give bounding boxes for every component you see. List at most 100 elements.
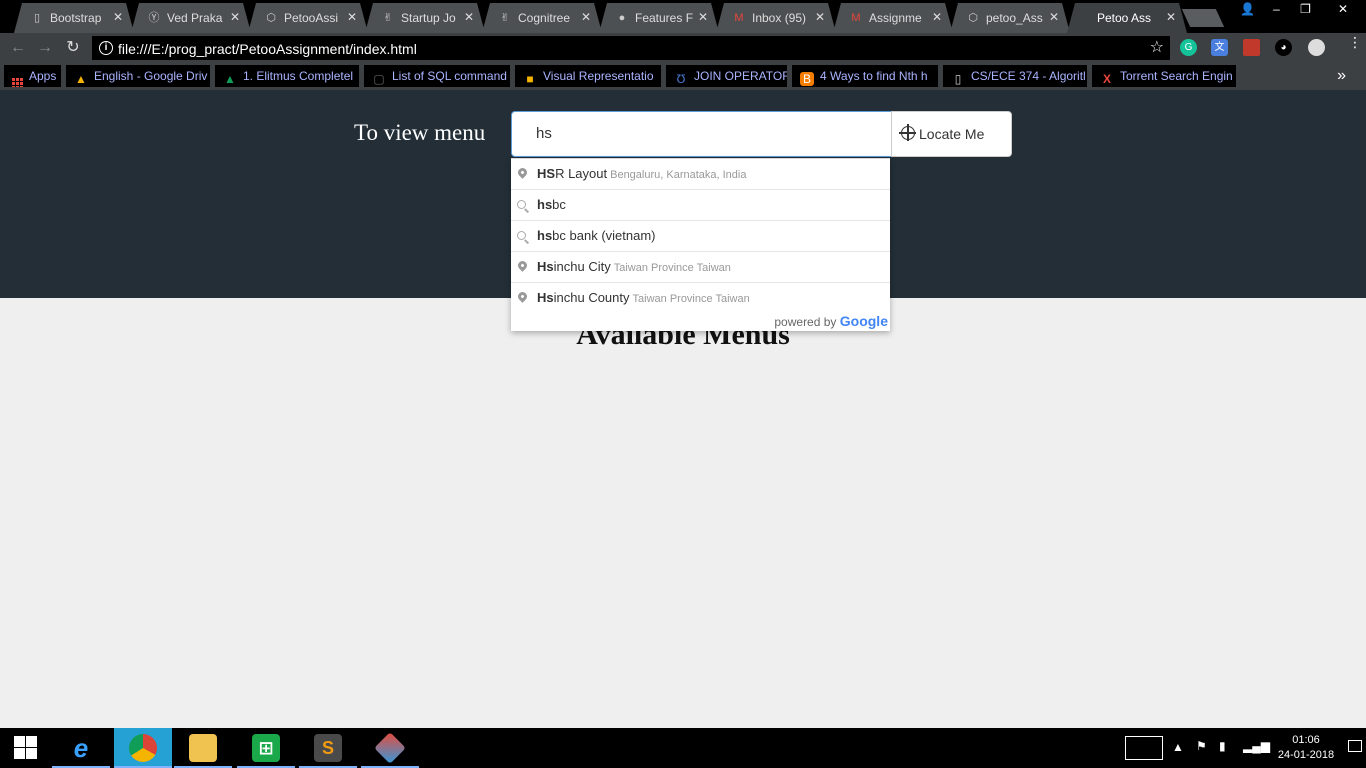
bookmark-label: Apps: [29, 69, 57, 83]
chevron-up-icon[interactable]: ▲: [1172, 740, 1184, 768]
back-button[interactable]: ←: [8, 38, 28, 58]
keyboard-icon[interactable]: [1125, 736, 1163, 760]
locate-me-button[interactable]: Locate Me: [891, 111, 1012, 157]
suggestion-secondary: Bengaluru, Karnataka, India: [610, 169, 747, 181]
suggestion-rest: inchu City: [553, 259, 611, 274]
suggestion-item[interactable]: hsbc bank (vietnam): [511, 221, 890, 252]
map-pin-icon: [516, 290, 529, 303]
suggestion-match: hs: [537, 228, 553, 243]
tab-title: Features F: [635, 11, 694, 25]
battery-icon[interactable]: ▮: [1219, 739, 1226, 768]
address-bar[interactable]: i file:///E:/prog_pract/PetooAssignment/…: [92, 36, 1170, 60]
page-icon: [1083, 11, 1097, 25]
bookmark-apps[interactable]: Apps: [4, 65, 61, 87]
bookmark-nth-highest[interactable]: B 4 Ways to find Nth h: [792, 65, 938, 87]
gmail-icon: M: [851, 12, 861, 24]
profile-icon[interactable]: [1308, 39, 1325, 56]
taskbar-chrome[interactable]: [114, 728, 172, 768]
bookmark-label: List of SQL command: [392, 69, 507, 83]
tab-features[interactable]: ● Features F ✕: [599, 3, 719, 33]
close-icon[interactable]: ✕: [1049, 10, 1059, 24]
tab-ved-prakash[interactable]: Ⓨ Ved Praka ✕: [131, 3, 251, 33]
system-clock[interactable]: 01:06 24-01-2018: [1276, 733, 1336, 763]
map-pin-icon: [516, 259, 529, 272]
close-icon[interactable]: ✕: [464, 10, 474, 24]
start-button[interactable]: [0, 728, 50, 768]
bookmark-ext-icon[interactable]: [1243, 39, 1260, 56]
tab-petoo-ass[interactable]: ⬡ petoo_Ass ✕: [950, 3, 1070, 33]
panda-icon[interactable]: ◕: [1275, 39, 1292, 56]
page-icon: ▯: [33, 12, 41, 24]
location-search-input[interactable]: hs: [511, 111, 892, 157]
bookmark-label: 1. Elitmus Completel: [243, 69, 354, 83]
taskbar-explorer[interactable]: [174, 728, 232, 768]
tab-cognitree[interactable]: ✌ Cognitree ✕: [482, 3, 602, 33]
forward-button[interactable]: →: [35, 38, 55, 58]
bookmark-torrent[interactable]: X Torrent Search Engin: [1092, 65, 1236, 87]
clock-date: 24-01-2018: [1277, 749, 1335, 761]
taskbar-ie[interactable]: e: [52, 728, 110, 768]
map-pin-icon: [516, 166, 529, 179]
close-icon[interactable]: ✕: [815, 10, 825, 24]
suggestion-item[interactable]: Hsinchu County Taiwan Province Taiwan: [511, 283, 890, 314]
chrome-icon: [129, 734, 157, 762]
bookmark-elitmus[interactable]: ▲ 1. Elitmus Completel: [215, 65, 359, 87]
tab-title: PetooAssi: [284, 11, 339, 25]
minimize-button[interactable]: –: [1262, 0, 1291, 20]
info-icon[interactable]: i: [99, 41, 113, 55]
bookmark-join-operator[interactable]: Ʊ JOIN OPERATOR: [666, 65, 787, 87]
reload-button[interactable]: ↻: [63, 38, 83, 58]
suggestion-item[interactable]: Hsinchu City Taiwan Province Taiwan: [511, 252, 890, 283]
bookmark-visual[interactable]: ■ Visual Representatio: [515, 65, 661, 87]
translate-icon[interactable]: 文: [1211, 39, 1228, 56]
taskbar-sublime[interactable]: S: [299, 728, 357, 768]
close-icon[interactable]: ✕: [932, 10, 942, 24]
tab-petooassi[interactable]: ⬡ PetooAssi ✕: [248, 3, 368, 33]
suggestion-match: Hs: [537, 290, 554, 305]
close-icon[interactable]: ✕: [1166, 10, 1176, 24]
window-controls: 👤 – ❐ ✕: [1233, 0, 1366, 20]
bookmark-english-drive[interactable]: ▲ English - Google Driv: [66, 65, 210, 87]
taskbar-store[interactable]: ⊞: [237, 728, 295, 768]
new-tab-button[interactable]: [1181, 9, 1225, 27]
bookmark-cs-ece[interactable]: ▯ CS/ECE 374 - Algoritl: [943, 65, 1087, 87]
google-logo: Google: [839, 313, 888, 329]
tab-title: Startup Jo: [401, 11, 456, 25]
taskbar-git[interactable]: [361, 728, 419, 768]
flag-icon[interactable]: ⚑: [1196, 739, 1207, 768]
suggestion-rest: inchu County: [553, 290, 630, 305]
maximize-button[interactable]: ❐: [1291, 0, 1320, 20]
close-icon[interactable]: ✕: [347, 10, 357, 24]
tab-bootstrap[interactable]: ▯ Bootstrap ✕: [14, 3, 134, 33]
menu-dots-icon[interactable]: ⋮: [1348, 35, 1362, 49]
browser-toolbar: ← → ↻ i file:///E:/prog_pract/PetooAssig…: [0, 33, 1366, 62]
tab-inbox[interactable]: M Inbox (95) ✕: [716, 3, 836, 33]
notification-icon[interactable]: [1348, 740, 1362, 752]
tab-petoo-assignment-active[interactable]: Petoo Ass ✕: [1067, 3, 1187, 33]
user-icon[interactable]: 👤: [1233, 0, 1262, 20]
tab-title: Cognitree: [518, 11, 571, 25]
suggestion-item[interactable]: hsbc: [511, 190, 890, 221]
bookmark-sql[interactable]: ▢ List of SQL command: [364, 65, 510, 87]
close-icon[interactable]: ✕: [698, 10, 708, 24]
tab-assignment[interactable]: M Assignme ✕: [833, 3, 953, 33]
drive-icon: ▲: [224, 72, 236, 86]
bookmark-star-icon[interactable]: ☆: [1150, 37, 1164, 57]
angellist-icon: ✌: [383, 12, 393, 24]
signal-icon[interactable]: ▂▄▆: [1243, 739, 1270, 768]
close-icon[interactable]: ✕: [230, 10, 240, 24]
tab-title: petoo_Ass: [986, 11, 1043, 25]
address-url[interactable]: file:///E:/prog_pract/PetooAssignment/in…: [118, 41, 417, 57]
bookmarks-bar: Apps ▲ English - Google Driv ▲ 1. Elitmus …: [0, 62, 1366, 90]
close-icon[interactable]: ✕: [581, 10, 591, 24]
tab-startup-jobs[interactable]: ✌ Startup Jo ✕: [365, 3, 485, 33]
grammarly-icon[interactable]: G: [1180, 39, 1197, 56]
close-icon[interactable]: ✕: [113, 10, 123, 24]
gmail-icon: M: [734, 12, 744, 24]
codepen-icon: ⬡: [266, 12, 276, 24]
hero-label: To view menu: [354, 120, 486, 145]
visual-icon: ■: [526, 72, 534, 86]
chevron-double-right-icon[interactable]: »: [1337, 65, 1346, 87]
close-window-button[interactable]: ✕: [1320, 0, 1366, 20]
suggestion-item[interactable]: HSR Layout Bengaluru, Karnataka, India: [511, 159, 890, 190]
